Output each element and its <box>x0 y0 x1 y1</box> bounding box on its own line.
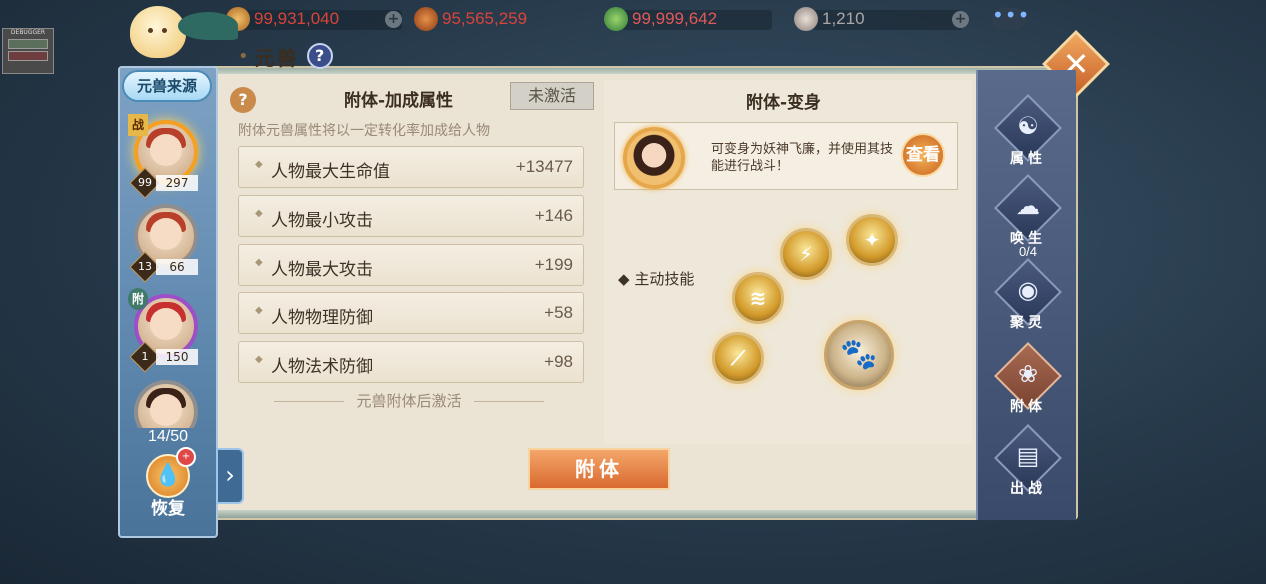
help-button[interactable]: ? <box>306 43 333 69</box>
buff-skill-icon[interactable]: ✦ <box>846 214 898 266</box>
activate-note: 元兽附体后激活 <box>224 390 594 411</box>
panel-bottom-frame <box>120 510 1076 518</box>
lightning-skill-icon[interactable]: ⚡ <box>780 228 832 280</box>
transform-description: 可变身为妖神飞廉，并使用其技能进行战斗！ <box>711 142 894 174</box>
silver-ingot-icon <box>794 7 818 31</box>
debugger-toggle-off[interactable] <box>8 51 48 61</box>
attr-name: 人物最小攻击 <box>271 211 373 231</box>
status-badge: 未激活 <box>510 82 594 110</box>
attr-name: 人物法术防御 <box>271 357 373 377</box>
attr-name: 人物最大攻击 <box>271 260 373 280</box>
transform-avatar <box>623 127 685 189</box>
pet-slot-1[interactable]: 战 99 297 <box>128 114 202 199</box>
currency-jade: 99,999,642 <box>604 6 717 32</box>
attr-value: +13477 <box>515 157 573 176</box>
currency-copper: 95,565,259 <box>414 6 527 32</box>
mascot-icon <box>130 6 238 58</box>
transform-section: 附体-变身 可变身为妖神飞廉，并使用其技能进行战斗！ 查看 ◆ 主动技能 ⚡ ✦… <box>604 80 972 444</box>
attr-value: +146 <box>534 206 573 225</box>
attach-icon: ❀ <box>1017 360 1039 388</box>
nav-label: 属性 <box>1010 151 1046 167</box>
nav-battle[interactable]: ▤ 出战 <box>994 424 1062 508</box>
nav-summon[interactable]: ☁ 唤生 0/4 <box>994 174 1062 259</box>
page-title: 元兽 <box>254 45 299 70</box>
attr-note: 附体元兽属性将以一定转化率加成给人物 <box>238 123 490 139</box>
battle-tag: 战 <box>128 114 148 136</box>
gather-spirit-icon: ◉ <box>1017 276 1039 304</box>
recover-label: 恢复 <box>151 499 185 519</box>
attr-name: 人物物理防御 <box>271 308 373 328</box>
debugger-toggle-on[interactable] <box>8 39 48 49</box>
attr-row: ◆ 人物法术防御 +98 <box>238 341 584 383</box>
transform-section-title: 附体-变身 <box>746 93 822 113</box>
nav-attributes[interactable]: ☯ 属性 <box>994 94 1062 178</box>
pet-avatar <box>150 394 182 426</box>
attr-name: 人物最大生命值 <box>271 162 390 182</box>
add-silver-button[interactable]: + <box>952 11 969 28</box>
battle-icon: ▤ <box>1016 442 1040 470</box>
debugger-label: DEBUGGER <box>10 29 46 36</box>
attr-row: ◆ 人物最大攻击 +199 <box>238 244 584 286</box>
currency-gold-value: 99,931,040 <box>254 9 340 28</box>
attach-attributes-section: ? 附体-加成属性 未激活 附体元兽属性将以一定转化率加成给人物 ◆ 人物最大生… <box>224 78 594 442</box>
expand-list-button[interactable]: › <box>216 448 244 504</box>
nav-label: 出战 <box>1010 481 1046 497</box>
pet-avatar <box>150 308 182 340</box>
attr-row: ◆ 人物最小攻击 +146 <box>238 195 584 237</box>
currency-silver: 1,210 <box>794 6 865 32</box>
copper-coin-icon <box>414 7 438 31</box>
page-header: • 元兽 ? <box>238 40 333 72</box>
attr-help-button[interactable]: ? <box>230 87 256 113</box>
transform-card: 可变身为妖神飞廉，并使用其技能进行战斗！ 查看 <box>614 122 958 190</box>
attr-value: +199 <box>534 255 573 274</box>
nav-gather-spirit[interactable]: ◉ 聚灵 <box>994 258 1062 342</box>
attach-tag: 附 <box>128 288 148 310</box>
currency-jade-value: 99,999,642 <box>632 9 718 28</box>
attach-button[interactable]: 附体 <box>528 448 670 490</box>
title-bullet: • <box>238 45 249 67</box>
jade-icon <box>604 7 628 31</box>
recover-notification-badge: + <box>176 447 196 467</box>
pet-power-value: 297 <box>156 175 198 191</box>
currency-bar: 99,931,040 + 95,565,259 99,999,642 1,210… <box>222 2 1042 36</box>
more-options-button[interactable]: ••• <box>992 5 1029 30</box>
currency-copper-value: 95,565,259 <box>442 9 528 28</box>
attr-row: ◆ 人物物理防御 +58 <box>238 292 584 334</box>
add-gold-button[interactable]: + <box>385 11 402 28</box>
pet-count: 14/50 <box>147 428 189 445</box>
pet-slot-3[interactable]: 附 1 150 <box>128 288 202 373</box>
nav-label: 附体 <box>1010 399 1046 415</box>
debugger-widget[interactable]: DEBUGGER <box>2 28 54 74</box>
attr-value: +98 <box>544 352 573 371</box>
paw-skill-icon[interactable]: 🐾 <box>824 320 894 390</box>
pet-power-value: 66 <box>156 259 198 275</box>
nav-attach[interactable]: ❀ 附体 <box>994 342 1062 426</box>
attr-value: +58 <box>544 303 573 322</box>
taiji-icon: ☯ <box>1017 112 1039 140</box>
nav-label: 聚灵 <box>1010 315 1046 331</box>
currency-gold: 99,931,040 <box>226 6 339 32</box>
pet-avatar <box>150 218 182 250</box>
water-drop-icon: 💧 <box>154 463 182 488</box>
claw-skill-icon[interactable]: ⟋ <box>712 332 764 384</box>
spirit-icon: ☁ <box>1016 192 1040 220</box>
currency-silver-value: 1,210 <box>822 9 865 28</box>
attr-section-title: 附体-加成属性 <box>344 91 454 111</box>
pet-slot-2[interactable]: 13 66 <box>129 200 202 283</box>
leaf-decoration <box>178 12 238 40</box>
pet-source-button[interactable]: 元兽来源 <box>122 70 212 102</box>
gale-skill-icon[interactable]: ≋ <box>732 272 784 324</box>
pet-power-value: 150 <box>156 349 198 365</box>
pet-avatar <box>150 134 182 166</box>
nav-count: 0/4 <box>1018 244 1038 259</box>
pet-slot-4[interactable] <box>130 376 202 428</box>
active-skill-label: ◆ 主动技能 <box>618 270 695 288</box>
view-button[interactable]: 查看 <box>901 133 945 177</box>
attr-row: ◆ 人物最大生命值 +13477 <box>238 146 584 188</box>
chevron-right-icon: › <box>225 461 235 489</box>
